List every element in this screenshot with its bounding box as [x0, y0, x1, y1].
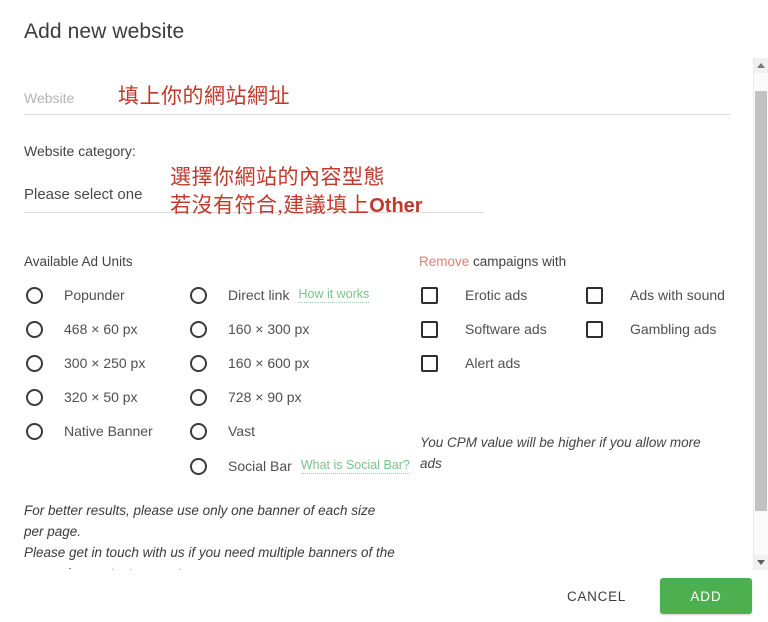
radio-icon[interactable] — [190, 457, 207, 475]
caret-up-icon — [757, 63, 765, 68]
dialog-title: Add new website — [24, 20, 185, 43]
radio-label: Vast — [228, 423, 255, 439]
checkbox-icon[interactable] — [586, 286, 603, 304]
radio-icon[interactable] — [26, 354, 43, 372]
checkbox-row-alert-ads[interactable]: Alert ads — [421, 352, 520, 374]
bottom-note-line2: Please get in touch with us if you need … — [24, 545, 395, 570]
radio-label: 320 × 50 px — [64, 389, 138, 405]
what-is-social-bar-link[interactable]: What is Social Bar? — [300, 458, 410, 474]
annotation-website: 填上你的網站網址 — [118, 84, 290, 108]
remove-heading-rest: campaigns with — [469, 254, 567, 269]
how-it-works-link[interactable]: How it works — [298, 287, 370, 303]
radio-icon[interactable] — [26, 422, 43, 440]
vertical-scrollbar[interactable] — [753, 58, 768, 570]
radio-icon[interactable] — [26, 388, 43, 406]
radio-icon[interactable] — [190, 286, 207, 304]
remove-campaigns-heading: Remove campaigns with — [419, 254, 566, 269]
checkbox-label: Software ads — [465, 321, 547, 337]
radio-icon[interactable] — [190, 320, 207, 338]
checkbox-label: Ads with sound — [630, 287, 725, 303]
radio-row-direct-link[interactable]: Direct link How it works — [190, 284, 370, 306]
caret-down-icon — [757, 560, 765, 565]
bottom-note: For better results, please use only one … — [24, 500, 396, 570]
radio-label: 728 × 90 px — [228, 389, 302, 405]
radio-icon[interactable] — [190, 422, 207, 440]
radio-row-728x90[interactable]: 728 × 90 px — [190, 386, 302, 408]
annotation-category-line2-text: 若沒有符合,建議填上 — [170, 193, 370, 217]
checkbox-icon[interactable] — [421, 320, 438, 338]
radio-row-native-banner[interactable]: Native Banner — [26, 420, 153, 442]
radio-icon[interactable] — [26, 286, 43, 304]
checkbox-row-gambling-ads[interactable]: Gambling ads — [586, 318, 716, 340]
checkbox-row-ads-with-sound[interactable]: Ads with sound — [586, 284, 725, 306]
radio-icon[interactable] — [190, 354, 207, 372]
dialog-footer: CANCEL ADD — [0, 570, 768, 622]
scrollbar-thumb[interactable] — [755, 91, 767, 511]
scrollbar-track[interactable] — [754, 73, 768, 555]
radio-icon[interactable] — [190, 388, 207, 406]
cancel-button[interactable]: CANCEL — [551, 579, 642, 614]
radio-row-social-bar[interactable]: Social Bar What is Social Bar? — [190, 455, 410, 477]
checkbox-icon[interactable] — [586, 320, 603, 338]
radio-label: Native Banner — [64, 423, 153, 439]
radio-label: Social Bar — [228, 458, 292, 474]
radio-label: Popunder — [64, 287, 125, 303]
checkbox-label: Erotic ads — [465, 287, 528, 303]
remove-word: Remove — [419, 254, 470, 269]
cpm-note: You CPM value will be higher if you allo… — [420, 435, 701, 471]
dialog-scroll-content: Website 填上你的網站網址 Website category: Pleas… — [0, 58, 753, 570]
website-category-label: Website category: — [24, 143, 136, 159]
checkbox-row-software-ads[interactable]: Software ads — [421, 318, 547, 340]
radio-row-160x300[interactable]: 160 × 300 px — [190, 318, 309, 340]
checkbox-label: Gambling ads — [630, 321, 717, 337]
radio-row-468x60[interactable]: 468 × 60 px — [26, 318, 138, 340]
scroll-up-button[interactable] — [754, 58, 768, 73]
add-website-dialog: Add new website Website 填上你的網站網址 Website… — [0, 0, 768, 622]
checkbox-row-erotic-ads[interactable]: Erotic ads — [421, 284, 527, 306]
checkbox-icon[interactable] — [421, 354, 438, 372]
radio-row-320x50[interactable]: 320 × 50 px — [26, 386, 138, 408]
scroll-down-button[interactable] — [754, 555, 768, 570]
annotation-category-other: Other — [369, 195, 423, 217]
radio-label: 160 × 600 px — [228, 355, 310, 371]
dialog-scroll-area: Website 填上你的網站網址 Website category: Pleas… — [0, 58, 753, 570]
add-button[interactable]: ADD — [660, 578, 752, 614]
website-field-underline — [24, 114, 730, 115]
annotation-category-line2: 若沒有符合,建議填上Other — [170, 189, 423, 219]
available-ad-units-heading: Available Ad Units — [24, 254, 133, 269]
radio-icon[interactable] — [26, 320, 43, 338]
radio-label: Direct link — [228, 287, 290, 303]
radio-row-popunder[interactable]: Popunder — [26, 284, 125, 306]
radio-label: 468 × 60 px — [64, 321, 138, 337]
radio-row-vast[interactable]: Vast — [190, 420, 255, 442]
radio-row-300x250[interactable]: 300 × 250 px — [26, 352, 145, 374]
checkbox-label: Alert ads — [465, 355, 521, 371]
radio-row-160x600[interactable]: 160 × 600 px — [190, 352, 309, 374]
radio-label: 300 × 250 px — [64, 355, 146, 371]
annotation-category-line1: 選擇你網站的內容型態 — [170, 165, 385, 189]
checkbox-icon[interactable] — [421, 286, 438, 304]
bottom-note-line1: For better results, please use only one … — [24, 503, 376, 539]
radio-label: 160 × 300 px — [228, 321, 310, 337]
